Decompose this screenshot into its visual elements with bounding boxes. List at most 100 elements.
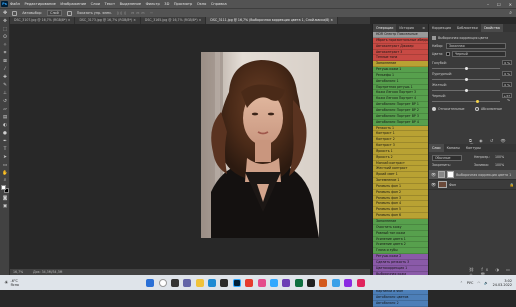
telegram-icon[interactable] <box>331 278 340 287</box>
menu-view[interactable]: Просмотр <box>174 2 192 6</box>
weather-widget[interactable]: ☀ -6°C Ясно <box>4 279 64 287</box>
cyan-slider-handle[interactable] <box>465 67 468 70</box>
move-tool-icon[interactable]: ✥ <box>3 10 7 16</box>
task-view-icon[interactable] <box>170 278 179 287</box>
language-indicator[interactable]: РУС <box>467 281 473 285</box>
magenta-slider-handle[interactable] <box>465 78 468 81</box>
search-icon[interactable]: ⌕ <box>509 10 512 16</box>
layer-row-adjustment[interactable]: 👁 Выборочная коррекция цвета 1 <box>429 170 516 180</box>
document-photo[interactable] <box>201 52 319 238</box>
maximize-icon[interactable]: ☐ <box>497 2 501 7</box>
layer-mask-thumbnail[interactable] <box>447 171 455 178</box>
windows-start-icon[interactable] <box>146 278 155 287</box>
cyan-slider[interactable] <box>432 67 500 70</box>
magic-wand-icon[interactable]: ✧ <box>2 43 8 48</box>
tab-adjustments[interactable]: Коррекция <box>429 24 454 32</box>
app-dark-icon[interactable] <box>307 278 316 287</box>
panel-menu-icon[interactable]: ≡ <box>419 24 428 32</box>
app-red-icon[interactable] <box>245 278 254 287</box>
menu-select[interactable]: Выделение <box>120 2 141 6</box>
visibility-eye-icon[interactable]: 👁 <box>431 182 436 187</box>
tray-chevron-icon[interactable]: ⌃ <box>460 281 463 285</box>
tab-history[interactable]: История <box>396 24 416 32</box>
tab-paths[interactable]: Контуры <box>463 144 484 152</box>
foreground-color-swatch[interactable] <box>1 185 6 190</box>
app-pink-icon[interactable] <box>257 278 266 287</box>
tab-layers[interactable]: Слои <box>429 144 444 152</box>
stamp-icon[interactable]: ⊥ <box>2 91 8 96</box>
hand-icon[interactable]: ✋ <box>2 171 8 176</box>
clock[interactable]: 3:02 24.03.2022 <box>493 279 512 287</box>
color-swatches[interactable] <box>1 185 9 193</box>
tab-document-2[interactable]: DSC_3173.jpg @ 16,7% (RGB/8*) × <box>75 17 141 24</box>
black-slider-handle[interactable] <box>476 100 479 103</box>
marquee-icon[interactable]: ⬚ <box>2 27 8 32</box>
pen-icon[interactable]: ✒ <box>2 139 8 144</box>
layer-name[interactable]: Фон <box>449 183 456 187</box>
frame-icon[interactable]: ⊠ <box>2 59 8 64</box>
tab-document-1[interactable]: DSC_3107.jpg @ 16,7% (RGB/8*) × <box>10 17 76 24</box>
tab-actions[interactable]: Операции <box>373 24 397 32</box>
edge-icon[interactable] <box>208 278 217 287</box>
app-blue-icon[interactable] <box>269 278 278 287</box>
action-item[interactable]: Автобаланс 2 <box>373 300 428 307</box>
move-icon[interactable]: ✥ <box>2 19 8 24</box>
relative-radio[interactable] <box>432 107 436 111</box>
gradient-icon[interactable]: ▤ <box>2 115 8 120</box>
menu-type[interactable]: Текст <box>105 2 116 6</box>
app-purple-icon[interactable] <box>282 278 291 287</box>
opacity-value[interactable]: 100% <box>495 155 504 159</box>
menu-file[interactable]: Файл <box>10 2 20 6</box>
screen-mode-icon[interactable]: ▣ <box>2 204 8 209</box>
path-select-icon[interactable]: ➤ <box>2 155 8 160</box>
menu-3d[interactable]: 3D <box>164 2 169 6</box>
absolute-radio[interactable] <box>475 107 479 111</box>
layer-name[interactable]: Выборочная коррекция цвета 1 <box>456 173 511 177</box>
brush-icon[interactable]: ✎ <box>2 83 8 88</box>
minimize-icon[interactable]: – <box>487 2 489 7</box>
align-icons[interactable]: ▯▯▯ ▭▭▭ ⋯ <box>117 11 155 15</box>
healing-icon[interactable]: ✚ <box>2 75 8 80</box>
file-explorer-icon[interactable] <box>195 278 204 287</box>
wifi-icon[interactable]: ◠ <box>477 281 480 285</box>
crop-icon[interactable]: ⌗ <box>2 51 8 56</box>
menu-layers[interactable]: Слои <box>91 2 100 6</box>
blur-icon[interactable]: ◐ <box>2 123 8 128</box>
history-brush-icon[interactable]: ↺ <box>2 99 8 104</box>
eyedropper-icon[interactable]: ⁄ <box>2 67 8 72</box>
app-green-icon[interactable] <box>294 278 303 287</box>
app-orange-icon[interactable] <box>319 278 328 287</box>
zoom-level[interactable]: 16,7% <box>13 270 23 274</box>
tab-properties[interactable]: Свойства <box>480 24 503 32</box>
lasso-icon[interactable]: ʘ <box>2 35 8 40</box>
magenta-value[interactable]: 0 % <box>502 71 512 76</box>
tab-document-3[interactable]: DSC_3165.jpg @ 16,7% (RGB/8*) × <box>140 17 207 24</box>
tab-channels[interactable]: Каналы <box>444 144 463 152</box>
fill-value[interactable]: 100% <box>495 163 504 167</box>
app-violet-icon[interactable] <box>344 278 353 287</box>
checkbox-icon[interactable] <box>12 10 18 16</box>
menu-help[interactable]: Справка <box>211 2 227 6</box>
tab-document-active[interactable]: DSC_3111.jpg @ 16,7% (Выборочная коррекц… <box>206 17 339 24</box>
show-controls-checkbox[interactable] <box>66 10 72 16</box>
app-magenta-icon[interactable] <box>356 278 365 287</box>
shape-icon[interactable]: ▭ <box>2 163 8 168</box>
quick-mask-icon[interactable]: ◙ <box>2 196 8 201</box>
zoom-icon[interactable]: ⌕ <box>2 178 8 183</box>
yellow-value[interactable]: 0 % <box>502 82 512 87</box>
black-slider[interactable] <box>432 100 500 103</box>
menu-image[interactable]: Изображение <box>60 2 86 6</box>
blend-mode-select[interactable]: Обычные <box>432 155 462 161</box>
photoshop-logo[interactable]: Ps <box>1 1 8 7</box>
menu-window[interactable]: Окно <box>197 2 207 6</box>
yellow-slider[interactable] <box>432 89 500 92</box>
cyan-value[interactable]: 0 % <box>502 60 512 65</box>
dodge-icon[interactable]: ● <box>2 131 8 136</box>
visibility-eye-icon[interactable]: 👁 <box>431 172 436 177</box>
store-icon[interactable] <box>220 278 229 287</box>
black-value[interactable]: +37 % <box>502 93 512 102</box>
magenta-slider[interactable] <box>432 78 500 81</box>
colors-select[interactable]: Черный <box>452 51 506 57</box>
photoshop-taskbar-icon[interactable] <box>232 278 241 287</box>
menu-edit[interactable]: Редактирование <box>24 2 55 6</box>
